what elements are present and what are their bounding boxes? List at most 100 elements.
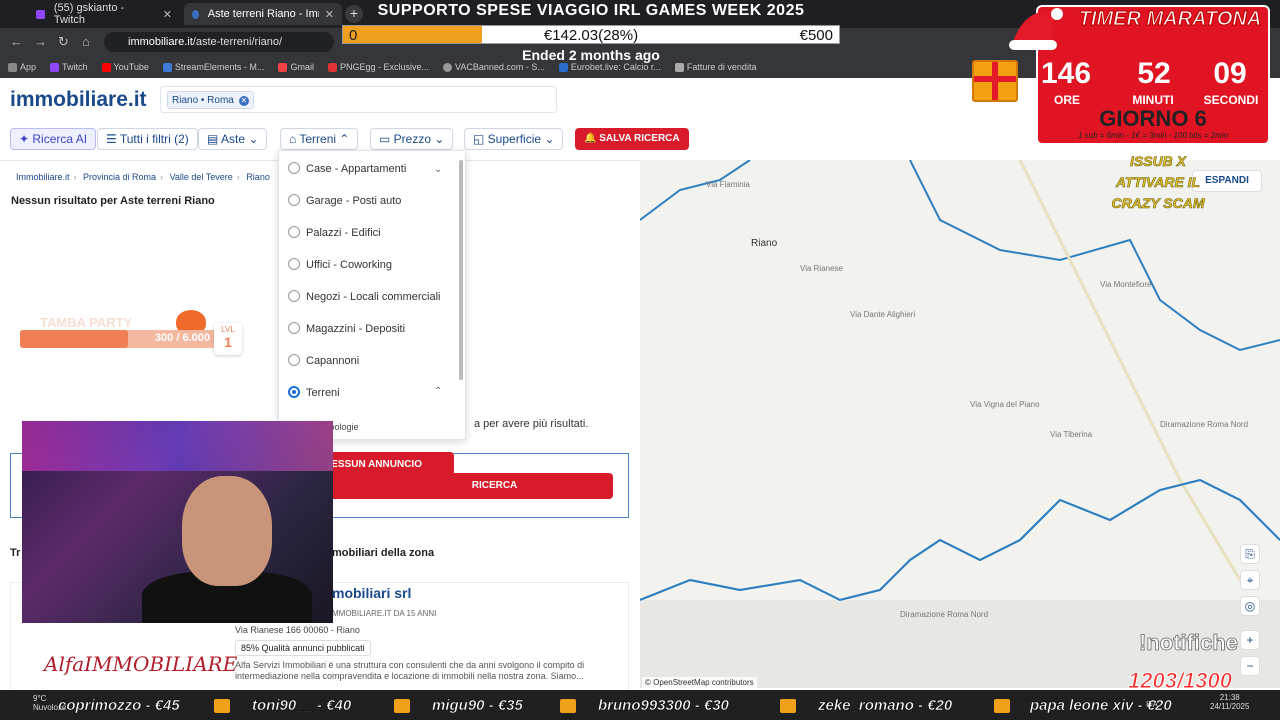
ticker-item: zeke_romano - €20 bbox=[818, 697, 953, 715]
timer-day: GIORNO 6 bbox=[1099, 106, 1207, 131]
forward-icon[interactable]: → bbox=[34, 34, 47, 49]
remove-chip-icon[interactable]: ✕ bbox=[238, 96, 249, 106]
twitch-icon bbox=[50, 63, 60, 73]
goal-title: SUPPORTO SPESE VIAGGIO IRL GAMES WEEK 20… bbox=[377, 2, 805, 19]
option-garage[interactable]: Garage - Posti auto bbox=[288, 194, 401, 207]
timer-seconds-label: SECONDI bbox=[1203, 93, 1259, 107]
url-path: /aste-terreni/riano/ bbox=[192, 36, 283, 48]
map-street-label: Diramazione Roma Nord bbox=[900, 610, 989, 619]
chevron-down-icon: ⌄ bbox=[245, 132, 259, 146]
language-indicator[interactable]: ITA bbox=[1146, 700, 1158, 709]
tab-immobiliare[interactable]: Aste terreni Riano - Immobiliar ✕ bbox=[184, 3, 342, 25]
home-icon[interactable]: ⌂ bbox=[82, 34, 90, 49]
apps-icon bbox=[8, 63, 17, 73]
radio-icon[interactable] bbox=[288, 290, 300, 303]
bookmark-twitch[interactable]: Twitch bbox=[50, 62, 88, 73]
chevron-up-icon: ⌃ bbox=[336, 132, 350, 146]
radio-icon[interactable] bbox=[288, 226, 300, 239]
breadcrumb-item[interactable]: Provincia di Roma bbox=[83, 172, 156, 182]
tab-twitch[interactable]: (55) gskianto - Twitch ✕ bbox=[28, 2, 180, 26]
breadcrumb: Immobiliare.it › Provincia di Roma › Valle… bbox=[16, 172, 270, 182]
close-icon[interactable]: ✕ bbox=[325, 8, 334, 21]
taskbar-clock[interactable]: 21:38 24/11/2025 bbox=[1210, 693, 1249, 711]
all-filters-button[interactable]: ☰ Tutti i filtri (2) bbox=[97, 128, 198, 150]
back-icon[interactable]: ← bbox=[10, 34, 23, 49]
zoom-out-button[interactable]: − bbox=[1240, 656, 1260, 676]
close-icon[interactable]: ✕ bbox=[163, 8, 172, 21]
gavel-icon: ▤ bbox=[207, 132, 222, 146]
option-case[interactable]: Case - Appartamenti bbox=[288, 162, 406, 175]
search-input[interactable]: Riano • Roma ✕ bbox=[160, 86, 557, 113]
map-street-label: Via Flaminia bbox=[706, 180, 750, 189]
map-attribution[interactable]: © OpenStreetMap contributors bbox=[642, 677, 757, 688]
timer-title: TIMER MARATONA bbox=[1078, 8, 1262, 31]
timer-minutes-label: MINUTI bbox=[1132, 93, 1174, 107]
option-capannoni[interactable]: Capannoni bbox=[288, 354, 359, 367]
superficie-filter-button[interactable]: ◱ Superficie ⌄ bbox=[464, 128, 564, 150]
tab-immobiliare-title: Aste terreni Riano - Immobiliar bbox=[207, 8, 319, 20]
radio-selected-icon[interactable] bbox=[288, 386, 300, 399]
notifiche-text: !notifiche bbox=[1139, 630, 1239, 656]
map-town-label: Riano bbox=[751, 238, 778, 249]
option-palazzi[interactable]: Palazzi - Edifici bbox=[288, 226, 381, 239]
aste-filter-button[interactable]: ▤ Aste ⌄ bbox=[198, 128, 268, 150]
agency-quality-badge: 85% Qualità annunci pubblicati bbox=[235, 640, 371, 656]
radio-icon[interactable] bbox=[288, 162, 300, 175]
option-magazzini[interactable]: Magazzini - Depositi bbox=[288, 322, 405, 335]
bookmark-youtube[interactable]: YouTube bbox=[101, 62, 149, 73]
prezzo-filter-button[interactable]: ▭ Prezzo ⌄ bbox=[370, 128, 454, 150]
draw-area-icon[interactable]: ⎘ bbox=[1240, 544, 1260, 564]
bookmark-app[interactable]: App bbox=[8, 62, 36, 73]
goal-progress-bar: 0 €142.03(28%) €500 bbox=[342, 25, 840, 44]
reload-icon[interactable]: ↻ bbox=[58, 34, 69, 50]
agency-name[interactable]: mobiliari srl bbox=[332, 585, 411, 601]
map[interactable]: Riano Via Flaminia Via Rianese Via Dante… bbox=[640, 160, 1280, 688]
goal-current: €142.03(28%) bbox=[543, 27, 639, 44]
radio-icon[interactable] bbox=[288, 322, 300, 335]
zoom-in-button[interactable]: + bbox=[1240, 630, 1260, 650]
save-search-button[interactable]: 🔔 SALVA RICERCA bbox=[575, 128, 689, 150]
donation-icon bbox=[994, 699, 1010, 713]
webcam-feed bbox=[22, 421, 333, 623]
option-terreni[interactable]: Terreni bbox=[288, 386, 340, 399]
breadcrumb-item[interactable]: Immobiliare.it bbox=[16, 172, 70, 182]
site-logo[interactable]: immobiliare.it bbox=[10, 88, 147, 112]
no-listings-button[interactable]: NESSUN ANNUNCIO bbox=[314, 452, 454, 478]
location-chip[interactable]: Riano • Roma ✕ bbox=[167, 91, 254, 109]
chevron-up-icon[interactable]: ⌃ bbox=[434, 386, 442, 397]
dropdown-scrollbar[interactable] bbox=[459, 160, 463, 380]
location-icon[interactable]: ⌖ bbox=[1240, 570, 1260, 590]
agency-address: Via Rianese 166 00060 - Riano bbox=[235, 625, 360, 635]
terreni-filter-button[interactable]: ⌂ Terreni ⌃ bbox=[280, 128, 359, 150]
radio-icon[interactable] bbox=[288, 194, 300, 207]
option-negozi[interactable]: Negozi - Locali commerciali bbox=[288, 290, 441, 303]
pngegg-icon bbox=[327, 63, 337, 73]
ticker-item: migu90 - €35 bbox=[432, 697, 523, 715]
gift-icon bbox=[972, 60, 1018, 102]
agency-meta: MMOBILIARE.IT DA 15 ANNI bbox=[332, 609, 437, 618]
page-title: Nessun risultato per Aste terreni Riano bbox=[11, 195, 215, 207]
santa-hat-icon bbox=[1009, 8, 1063, 50]
bookmark-streamelements[interactable]: StreamElements - M... bbox=[162, 62, 264, 73]
goal-status: Ended 2 months ago bbox=[522, 47, 660, 63]
option-uffici[interactable]: Uffici - Coworking bbox=[288, 258, 392, 271]
chevron-down-icon: ⌄ bbox=[541, 132, 555, 146]
money-icon: ▭ bbox=[379, 132, 394, 146]
radio-icon[interactable] bbox=[288, 258, 300, 271]
radio-icon[interactable] bbox=[288, 354, 300, 367]
level-badge: LVL 1 bbox=[214, 323, 242, 355]
ticker-item: bruno993300 - €30 bbox=[598, 697, 729, 715]
chevron-down-icon[interactable]: ⌄ bbox=[434, 164, 442, 175]
layers-icon[interactable]: ◎ bbox=[1240, 596, 1260, 616]
breadcrumb-item[interactable]: Valle del Tevere bbox=[170, 172, 233, 182]
section-heading-agencies: mobiliari della zona bbox=[332, 547, 435, 559]
immobiliare-icon bbox=[192, 9, 199, 19]
led-light bbox=[22, 421, 333, 471]
ai-search-button[interactable]: ✦ Ricerca AI bbox=[10, 128, 97, 150]
tamba-party-widget: TAMBA PARTY 300 / 6.000 bbox=[20, 315, 240, 355]
timer-rates: 1 sub = 6min - 1€ = 3min - 100 bits = 2m… bbox=[1077, 131, 1229, 140]
bookmark-gmail[interactable]: Gmail bbox=[278, 62, 314, 73]
donation-icon bbox=[780, 699, 796, 713]
breadcrumb-item[interactable]: Riano bbox=[246, 172, 270, 182]
url-field[interactable]: immobiliare.it/aste-terreni/riano/ bbox=[104, 32, 334, 52]
